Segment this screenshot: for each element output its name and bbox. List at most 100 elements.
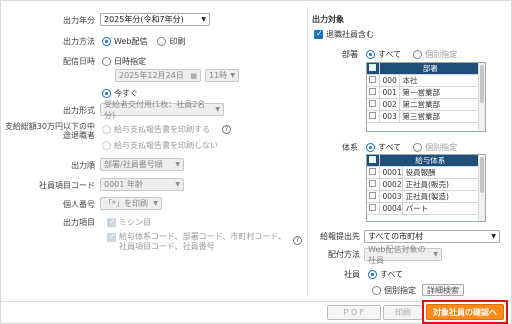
- system-label: 体系: [342, 143, 358, 152]
- system-name: 正社員(製造): [402, 190, 480, 203]
- include-retired-checkbox[interactable]: [314, 29, 323, 39]
- dept-all-radio[interactable]: [366, 50, 375, 59]
- exclude-label: 支給総額30万円以下の中途退職者: [4, 122, 95, 140]
- system-select-all-checkbox[interactable]: [369, 156, 377, 163]
- delivery-value: Web配信対象の社員: [368, 244, 426, 265]
- chevron-down-icon: ▼: [175, 181, 180, 188]
- include-retired-label: 退職社員含む: [326, 30, 374, 39]
- perforation-label: ミシン目: [119, 218, 151, 227]
- dept-name: 第二営業部: [399, 98, 479, 111]
- help-icon[interactable]: ?: [293, 236, 302, 245]
- year-select[interactable]: 2025年分(令和7年分) ▼: [100, 13, 210, 26]
- help-icon[interactable]: ?: [222, 125, 231, 134]
- system-name: パート: [402, 202, 480, 215]
- system-code: 0001: [379, 166, 403, 179]
- section-title: 出力対象: [312, 15, 344, 24]
- method-web-radio[interactable]: [102, 37, 111, 46]
- dept-select-label: 個別指定: [425, 50, 458, 59]
- system-code: 0003: [379, 190, 403, 203]
- calendar-icon: ▦: [190, 71, 197, 80]
- row-checkbox[interactable]: [369, 76, 377, 83]
- exclude-noprint-radio[interactable]: [102, 141, 111, 150]
- dept-code: 000: [379, 74, 400, 87]
- table-row[interactable]: 0003 正社員(製造): [367, 190, 480, 203]
- table-row[interactable]: 001 第一営業部: [367, 86, 479, 99]
- dept-grid-header: 部署: [379, 63, 479, 75]
- row-checkbox[interactable]: [369, 192, 377, 199]
- dept-select-radio[interactable]: [413, 50, 423, 59]
- row-checkbox[interactable]: [369, 100, 377, 107]
- table-row[interactable]: 000 本社: [367, 74, 479, 87]
- delivery-select[interactable]: Web配信対象の社員 ▼: [364, 245, 442, 265]
- table-row[interactable]: 0001 役員報酬: [367, 166, 480, 179]
- year-value: 2025年分(令和7年分): [104, 15, 184, 24]
- row-checkbox[interactable]: [369, 112, 377, 119]
- system-all-radio[interactable]: [366, 143, 375, 152]
- row-checkbox[interactable]: [369, 88, 377, 95]
- format-select[interactable]: 受給者交付用(1枚：社員2名分) ▼: [100, 100, 224, 120]
- order-select[interactable]: 部署/社員番号順 ▼: [100, 158, 184, 171]
- pdf-button[interactable]: ＰＤＦ: [327, 305, 381, 320]
- order-label: 出力順: [71, 161, 95, 170]
- table-row[interactable]: 0002 正社員(販売): [367, 178, 480, 191]
- employee-select-radio[interactable]: [372, 285, 381, 295]
- output-settings-panel: 出力年分 2025年分(令和7年分) ▼ 出力方法 Web配信 印刷 配信日時 日…: [5, 5, 307, 297]
- chevron-down-icon: ▼: [230, 72, 235, 79]
- method-web-label: Web配信: [114, 37, 148, 46]
- chevron-down-icon: ▼: [153, 200, 158, 207]
- mynumber-select[interactable]: 「*」を印刷 ▼: [100, 197, 162, 210]
- dept-name: 第三営業部: [399, 110, 479, 123]
- dept-code: 001: [379, 86, 400, 99]
- mynumber-value: 「*」を印刷: [104, 199, 148, 208]
- format-label: 出力形式: [63, 106, 95, 115]
- hour-select[interactable]: 11時 ▼: [205, 69, 239, 82]
- system-select-radio[interactable]: [413, 143, 423, 152]
- dept-code: 002: [379, 98, 400, 111]
- dept-scrollbar[interactable]: [478, 63, 485, 131]
- method-print-radio[interactable]: [157, 37, 167, 46]
- employee-all-radio[interactable]: [368, 270, 377, 279]
- date-specify-radio[interactable]: [102, 57, 111, 66]
- confirm-targets-button[interactable]: 対象社員の確認へ: [426, 304, 504, 320]
- date-value: 2025年12月24日: [119, 71, 184, 80]
- table-row[interactable]: 0004 パート: [367, 202, 480, 215]
- row-checkbox[interactable]: [369, 168, 377, 175]
- dept-label: 部署: [342, 50, 358, 59]
- system-select-label: 個別指定: [425, 143, 458, 152]
- date-now-radio[interactable]: [102, 89, 111, 98]
- emp-code-value: 0001 年齢: [104, 180, 143, 189]
- perforation-checkbox[interactable]: [107, 217, 116, 227]
- output-target-panel: 出力対象 退職社員含む 部署 すべて 個別指定 部署 000本社 001第一営業…: [310, 5, 510, 297]
- delivery-label: 配付方法: [328, 250, 360, 259]
- system-grid: 給与体系 0001 役員報酬 0002 正社員(販売) 0003 正社員(製造) 00…: [366, 154, 486, 222]
- exclude-print-radio[interactable]: [102, 125, 111, 134]
- dept-code: 003: [379, 110, 400, 123]
- dept-name: 第一営業部: [399, 86, 479, 99]
- mynumber-label: 個人番号: [63, 200, 95, 209]
- chevron-down-icon: ▼: [175, 161, 180, 168]
- dept-name: 本社: [399, 74, 479, 87]
- chevron-down-icon: ▼: [433, 251, 438, 258]
- codes-checkbox[interactable]: [107, 232, 116, 242]
- table-row[interactable]: 003 第三営業部: [367, 110, 479, 123]
- row-checkbox[interactable]: [369, 180, 377, 187]
- detail-search-button[interactable]: 詳細検索: [422, 284, 464, 296]
- system-name: 正社員(販売): [402, 178, 480, 191]
- employee-all-label: すべて: [380, 270, 404, 279]
- row-checkbox[interactable]: [369, 204, 377, 211]
- system-code: 0002: [379, 178, 403, 191]
- submit-select[interactable]: すべての市町村 ▼: [364, 230, 500, 243]
- submit-label: 給報提出先: [320, 232, 360, 241]
- dept-grid: 部署 000 本社 001 第一営業部 002 第二営業部 003 第三営業部: [366, 62, 486, 132]
- items-label: 出力項目: [63, 218, 95, 227]
- chevron-down-icon: ▼: [491, 233, 496, 240]
- dept-select-all-checkbox[interactable]: [369, 64, 377, 71]
- emp-code-select[interactable]: 0001 年齢 ▼: [100, 178, 184, 191]
- date-now-label: 今すぐ: [114, 89, 138, 98]
- system-scrollbar[interactable]: [478, 155, 485, 221]
- dept-all-label: すべて: [378, 50, 402, 59]
- exclude-print-label: 給与支払報告書を印刷する: [114, 125, 210, 134]
- date-field[interactable]: 2025年12月24日 ▦: [115, 69, 201, 82]
- table-row[interactable]: 002 第二営業部: [367, 98, 479, 111]
- print-button[interactable]: 印刷: [383, 305, 423, 320]
